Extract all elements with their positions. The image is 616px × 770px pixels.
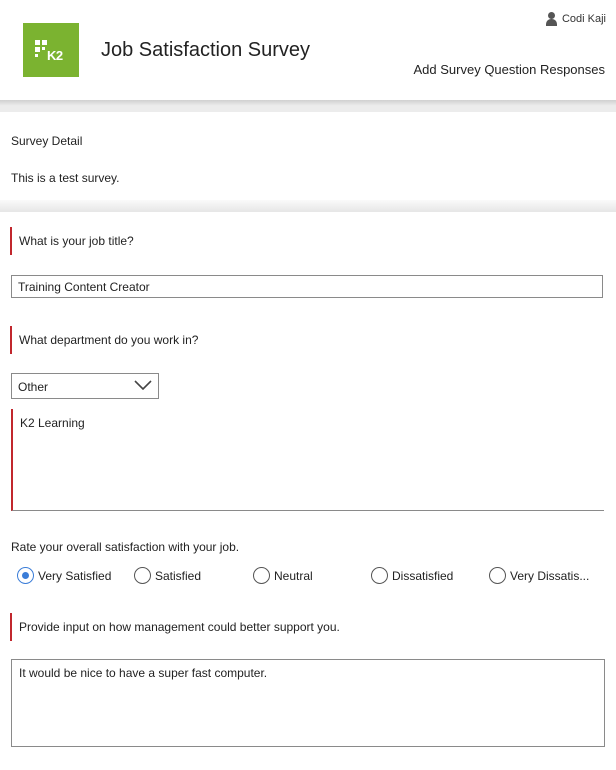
survey-detail-panel: Survey Detail This is a test survey.	[0, 112, 616, 200]
survey-detail-title: Survey Detail	[11, 134, 83, 148]
logo-square	[42, 40, 47, 45]
section-divider	[0, 200, 616, 212]
radio-label: Very Dissatis...	[510, 568, 590, 583]
user-icon	[545, 12, 557, 26]
q3-label: Rate your overall satisfaction with your…	[11, 540, 240, 554]
radio-icon	[489, 567, 506, 584]
radio-neutral[interactable]: Neutral	[253, 567, 313, 584]
logo-square	[35, 47, 40, 52]
radio-label: Neutral	[274, 568, 313, 583]
radio-label: Dissatisfied	[392, 568, 454, 583]
radio-very-satisfied[interactable]: Very Satisfied	[17, 567, 111, 584]
logo-square	[35, 40, 40, 45]
radio-satisfied[interactable]: Satisfied	[134, 567, 201, 584]
logo-square	[42, 47, 45, 50]
department-other-input[interactable]: K2 Learning	[11, 409, 604, 511]
department-selected-value: Other	[18, 380, 49, 394]
q4-label: Provide input on how management could be…	[10, 613, 340, 641]
management-input-textarea[interactable]: It would be nice to have a super fast co…	[11, 659, 605, 747]
satisfaction-radio-group: Very Satisfied Satisfied Neutral Dissati…	[17, 567, 612, 589]
department-select[interactable]: Other	[11, 373, 159, 399]
radio-very-dissatisfied[interactable]: Very Dissatis...	[489, 567, 589, 584]
radio-selected-icon	[17, 567, 34, 584]
job-title-input[interactable]: Training Content Creator	[11, 275, 603, 298]
radio-label: Very Satisfied	[38, 568, 112, 583]
header: K2 Job Satisfaction Survey Codi Kaji Add…	[0, 0, 616, 100]
radio-dissatisfied[interactable]: Dissatisfied	[371, 567, 453, 584]
user-name: Codi Kaji	[561, 13, 606, 25]
radio-label: Satisfied	[155, 568, 202, 583]
app-title: Job Satisfaction Survey	[101, 39, 310, 61]
radio-icon	[371, 567, 388, 584]
logo-square	[35, 54, 38, 57]
user-menu[interactable]: Codi Kaji	[545, 12, 606, 26]
survey-detail-text: This is a test survey.	[11, 171, 120, 185]
radio-icon	[253, 567, 270, 584]
q1-label: What is your job title?	[10, 227, 134, 255]
add-responses-link[interactable]: Add Survey Question Responses	[414, 62, 606, 77]
radio-icon	[134, 567, 151, 584]
logo-text: K2	[47, 48, 63, 63]
q2-label: What department do you work in?	[10, 326, 198, 354]
k2-logo[interactable]: K2	[23, 23, 79, 77]
chevron-down-icon	[134, 380, 152, 390]
